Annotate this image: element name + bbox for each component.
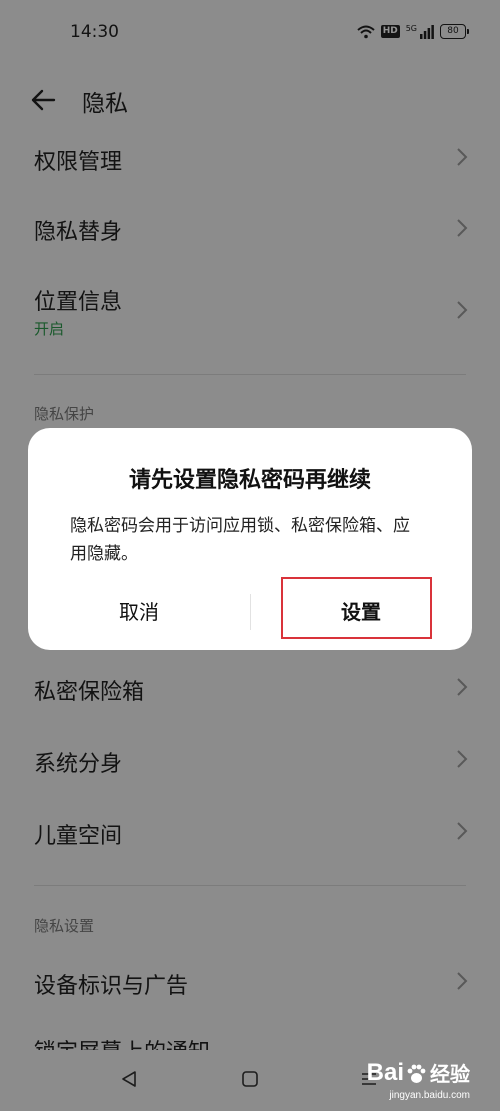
dialog-title: 请先设置隐私密码再继续: [128, 468, 371, 493]
watermark-url: jingyan.baidu.com: [389, 1090, 470, 1101]
paw-icon: [407, 1064, 426, 1083]
watermark-brand: Bai: [366, 1059, 404, 1086]
highlight-annotation: [281, 577, 432, 639]
cancel-button[interactable]: 取消: [28, 592, 250, 632]
dialog-message: 隐私密码会用于访问应用锁、私密保险箱、应用隐藏。: [70, 516, 410, 564]
watermark: Bai 经验: [367, 1058, 470, 1087]
watermark-brand-cn: 经验: [430, 1062, 470, 1086]
